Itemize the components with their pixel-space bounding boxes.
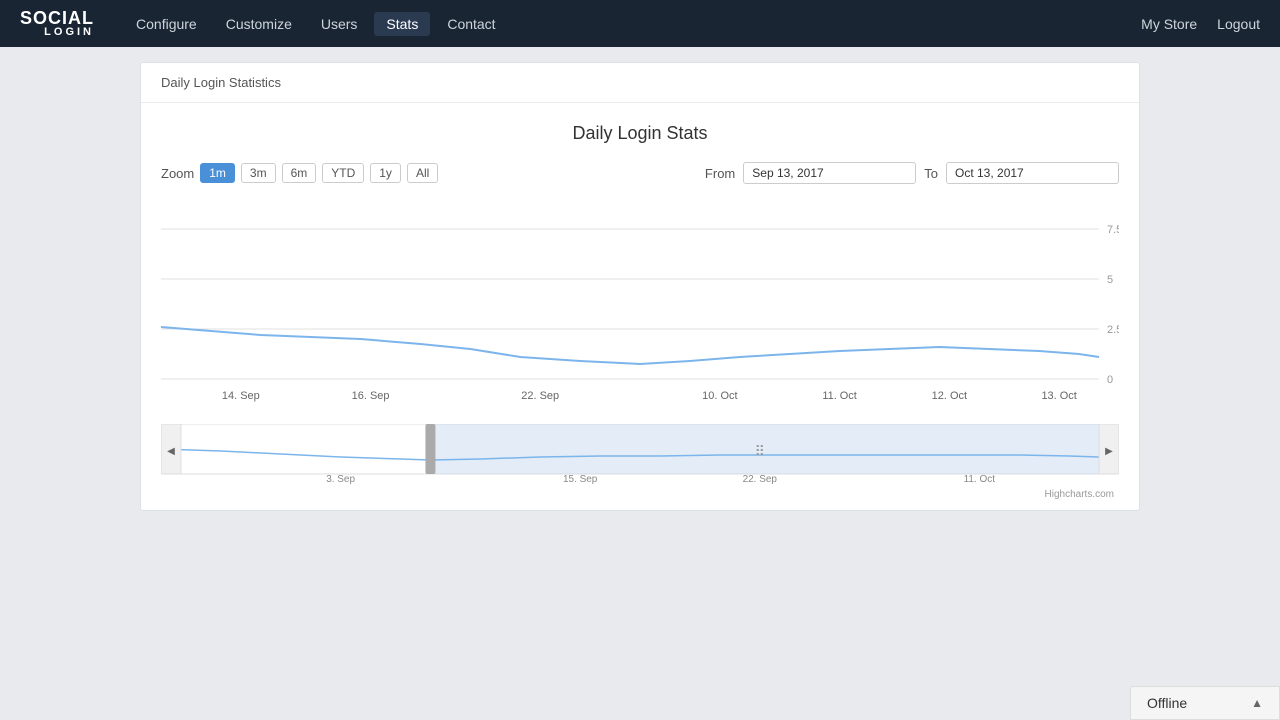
zoom-3m[interactable]: 3m — [241, 163, 276, 183]
offline-label: Offline — [1147, 695, 1187, 711]
svg-text:10. Oct: 10. Oct — [702, 390, 737, 402]
navbar: SOCIAL LOGIN Configure Customize Users S… — [0, 0, 1280, 47]
zoom-6m[interactable]: 6m — [282, 163, 317, 183]
svg-text:12. Oct: 12. Oct — [932, 390, 967, 402]
logo-login: LOGIN — [20, 27, 94, 38]
highcharts-credit: Highcharts.com — [161, 489, 1119, 500]
svg-text:13. Oct: 13. Oct — [1041, 390, 1076, 402]
svg-text:15. Sep: 15. Sep — [563, 474, 598, 484]
logout-link[interactable]: Logout — [1217, 16, 1260, 32]
svg-text:⠿: ⠿ — [755, 443, 765, 459]
svg-text:22. Sep: 22. Sep — [521, 390, 559, 402]
svg-text:3. Sep: 3. Sep — [326, 474, 355, 484]
svg-text:0: 0 — [1107, 374, 1113, 386]
to-date-input[interactable] — [946, 162, 1119, 184]
nav-users[interactable]: Users — [309, 12, 370, 36]
zoom-1y[interactable]: 1y — [370, 163, 401, 183]
zoom-ytd[interactable]: YTD — [322, 163, 364, 183]
logo: SOCIAL LOGIN — [20, 9, 94, 38]
nav-links: Configure Customize Users Stats Contact — [124, 12, 508, 36]
zoom-1m[interactable]: 1m — [200, 163, 235, 183]
svg-text:11. Oct: 11. Oct — [964, 474, 996, 484]
navigator-svg: ◀ ▶ ⠿ 3. Sep 15. Sep 22. Sep 11. Oct — [161, 424, 1119, 484]
zoom-label: Zoom — [161, 166, 194, 181]
card-header: Daily Login Statistics — [141, 63, 1139, 103]
nav-configure[interactable]: Configure — [124, 12, 209, 36]
svg-text:22. Sep: 22. Sep — [743, 474, 778, 484]
zoom-section: Zoom 1m 3m 6m YTD 1y All — [161, 163, 438, 183]
svg-text:7.5: 7.5 — [1107, 224, 1119, 236]
nav-stats[interactable]: Stats — [374, 12, 430, 36]
svg-text:16. Sep: 16. Sep — [352, 390, 390, 402]
main-chart-area: 7.5 5 2.5 0 14. Sep 16. Sep 22. Sep 10. … — [161, 199, 1119, 419]
offline-chevron-icon: ▲ — [1251, 696, 1263, 710]
navigator-area: ◀ ▶ ⠿ 3. Sep 15. Sep 22. Sep 11. Oct — [161, 424, 1119, 484]
navbar-right: My Store Logout — [1141, 16, 1260, 32]
svg-text:2.5: 2.5 — [1107, 324, 1119, 336]
svg-text:14. Sep: 14. Sep — [222, 390, 260, 402]
page-wrapper: Daily Login Statistics Daily Login Stats… — [0, 47, 1280, 526]
navbar-left: SOCIAL LOGIN Configure Customize Users S… — [20, 9, 508, 38]
main-chart-svg: 7.5 5 2.5 0 14. Sep 16. Sep 22. Sep 10. … — [161, 199, 1119, 419]
svg-text:◀: ◀ — [167, 446, 175, 457]
zoom-all[interactable]: All — [407, 163, 438, 183]
nav-contact[interactable]: Contact — [435, 12, 507, 36]
logo-social: SOCIAL — [20, 9, 94, 27]
from-date-input[interactable] — [743, 162, 916, 184]
my-store-link[interactable]: My Store — [1141, 16, 1197, 32]
card-body: Daily Login Stats Zoom 1m 3m 6m YTD 1y A… — [141, 103, 1139, 510]
nav-customize[interactable]: Customize — [214, 12, 304, 36]
svg-text:11. Oct: 11. Oct — [822, 390, 857, 402]
breadcrumb: Daily Login Statistics — [161, 75, 281, 90]
chart-title: Daily Login Stats — [161, 123, 1119, 144]
svg-text:▶: ▶ — [1105, 446, 1113, 457]
stats-card: Daily Login Statistics Daily Login Stats… — [140, 62, 1140, 511]
svg-text:5: 5 — [1107, 274, 1113, 286]
from-label: From — [705, 166, 735, 181]
offline-badge[interactable]: Offline ▲ — [1130, 686, 1280, 720]
date-range: From To — [705, 162, 1119, 184]
chart-controls: Zoom 1m 3m 6m YTD 1y All From To — [161, 162, 1119, 184]
to-label: To — [924, 166, 938, 181]
